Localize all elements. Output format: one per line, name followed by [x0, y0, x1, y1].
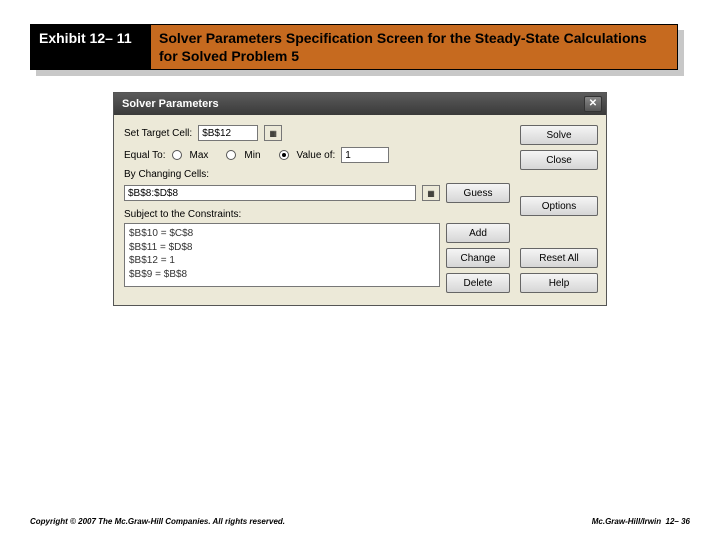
help-button[interactable]: Help: [520, 273, 598, 293]
close-icon[interactable]: ✕: [584, 96, 602, 112]
slide-footer: Copyright © 2007 The Mc.Graw-Hill Compan…: [30, 517, 690, 526]
copyright-text: Copyright © 2007 The Mc.Graw-Hill Compan…: [30, 517, 285, 526]
slide-title: Solver Parameters Specification Screen f…: [151, 25, 677, 69]
label-equal-to: Equal To:: [124, 150, 166, 161]
reset-all-button[interactable]: Reset All: [520, 248, 598, 268]
constraint-row[interactable]: $B$9 = $B$8: [129, 268, 435, 282]
footer-page: 12– 36: [666, 517, 690, 526]
dialog-title: Solver Parameters: [122, 98, 219, 110]
range-picker-icon[interactable]: ▦: [422, 185, 440, 201]
dialog-titlebar[interactable]: Solver Parameters ✕: [114, 93, 606, 115]
radio-min[interactable]: [226, 150, 236, 160]
radio-value-of[interactable]: [279, 150, 289, 160]
change-button[interactable]: Change: [446, 248, 510, 268]
options-button[interactable]: Options: [520, 196, 598, 216]
target-cell-input[interactable]: $B$12: [198, 125, 258, 141]
slide-header: Exhibit 12– 11 Solver Parameters Specifi…: [30, 24, 682, 70]
header-bar: Exhibit 12– 11 Solver Parameters Specifi…: [30, 24, 678, 70]
guess-button[interactable]: Guess: [446, 183, 510, 203]
label-set-target: Set Target Cell:: [124, 128, 192, 139]
range-picker-icon[interactable]: ▦: [264, 125, 282, 141]
delete-button[interactable]: Delete: [446, 273, 510, 293]
constraint-row[interactable]: $B$11 = $D$8: [129, 241, 435, 255]
label-max: Max: [190, 150, 209, 161]
add-button[interactable]: Add: [446, 223, 510, 243]
label-constraints: Subject to the Constraints:: [124, 209, 510, 220]
constraints-list[interactable]: $B$10 = $C$8 $B$11 = $D$8 $B$12 = 1 $B$9…: [124, 223, 440, 287]
solver-dialog: Solver Parameters ✕ Set Target Cell: $B$…: [113, 92, 607, 306]
radio-max[interactable]: [172, 150, 182, 160]
value-of-input[interactable]: 1: [341, 147, 389, 163]
exhibit-tag: Exhibit 12– 11: [31, 25, 151, 69]
footer-brand: Mc.Graw-Hill/Irwin: [592, 517, 661, 526]
label-min: Min: [244, 150, 260, 161]
constraint-row[interactable]: $B$10 = $C$8: [129, 227, 435, 241]
label-by-changing: By Changing Cells:: [124, 169, 510, 180]
label-value-of: Value of:: [297, 150, 336, 161]
close-button[interactable]: Close: [520, 150, 598, 170]
solve-button[interactable]: Solve: [520, 125, 598, 145]
constraint-row[interactable]: $B$12 = 1: [129, 254, 435, 268]
changing-cells-input[interactable]: $B$8:$D$8: [124, 185, 416, 201]
footer-right: Mc.Graw-Hill/Irwin 12– 36: [592, 517, 690, 526]
